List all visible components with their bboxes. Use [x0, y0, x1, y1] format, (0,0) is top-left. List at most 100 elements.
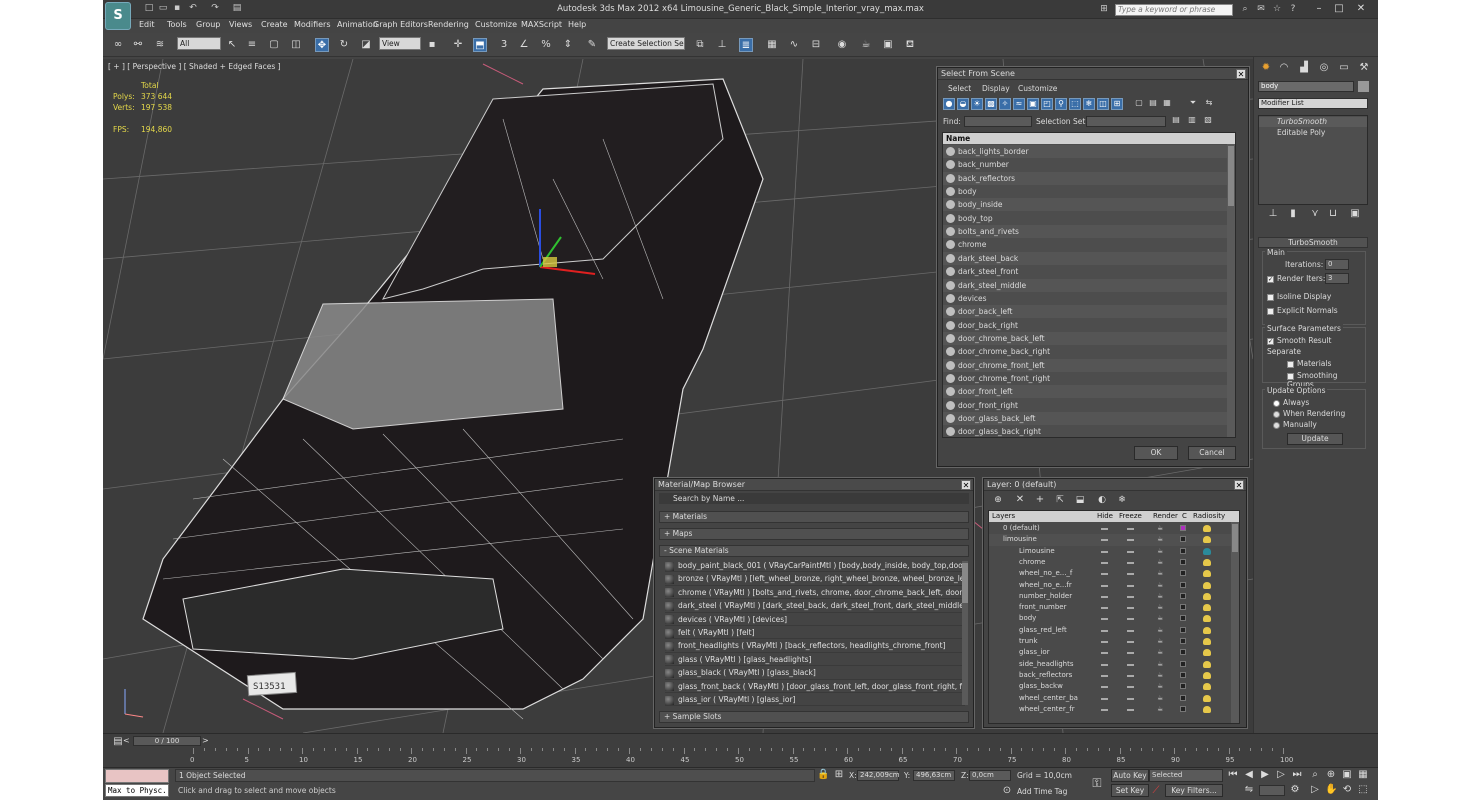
- scene-material-item[interactable]: felt ( VRayMtl ) [felt]: [665, 626, 965, 640]
- configure-modifier-sets-icon[interactable]: ▣: [1348, 207, 1362, 221]
- scene-materials-section[interactable]: - Scene Materials: [659, 545, 969, 557]
- application-menu-button[interactable]: S: [105, 2, 131, 30]
- layer-color-swatch[interactable]: [1180, 671, 1186, 678]
- show-end-result-icon[interactable]: ▮: [1286, 207, 1300, 221]
- undo-icon[interactable]: ↶: [187, 3, 199, 14]
- render-teapot-icon[interactable]: ☕: [1157, 625, 1163, 636]
- field-of-view-icon[interactable]: ▷: [1309, 784, 1321, 796]
- select-object-icon[interactable]: ↖: [225, 38, 239, 52]
- layer-color-swatch[interactable]: [1180, 660, 1186, 667]
- radiosity-bulb-icon[interactable]: [1203, 626, 1211, 634]
- make-unique-icon[interactable]: ⋎: [1308, 207, 1322, 221]
- modifier-list-dropdown[interactable]: Modifier List: [1258, 98, 1368, 109]
- scene-object-item[interactable]: chrome: [943, 238, 1229, 252]
- modify-tab-icon[interactable]: ◠: [1277, 61, 1291, 75]
- freeze-toggle[interactable]: [1127, 595, 1134, 598]
- layer-scrollbar[interactable]: [1231, 522, 1239, 723]
- zoom-extents-all-icon[interactable]: ▦: [1357, 769, 1369, 781]
- display-groups-icon[interactable]: ▣: [1027, 98, 1039, 110]
- display-lights-icon[interactable]: ☀: [971, 98, 983, 110]
- hide-all-layers-icon[interactable]: ◐: [1096, 494, 1108, 506]
- hide-column[interactable]: Hide: [1097, 511, 1113, 522]
- search-by-name-input[interactable]: Search by Name ...: [659, 493, 969, 504]
- next-frame-icon[interactable]: >: [202, 736, 209, 745]
- time-slider[interactable]: 0 / 100: [133, 736, 201, 746]
- freeze-toggle[interactable]: [1127, 663, 1134, 666]
- save-file-icon[interactable]: ▪: [171, 3, 183, 14]
- radiosity-bulb-icon[interactable]: [1203, 694, 1211, 702]
- radiosity-bulb-icon[interactable]: [1203, 592, 1211, 600]
- menu-modifiers[interactable]: Modifiers: [294, 20, 331, 29]
- hide-toggle[interactable]: [1101, 641, 1108, 643]
- scene-object-item[interactable]: door_front_right: [943, 398, 1229, 412]
- render-production-icon[interactable]: ⛾: [903, 38, 917, 52]
- scene-object-item[interactable]: bolts_and_rivets: [943, 225, 1229, 239]
- bind-to-space-warp-icon[interactable]: ≋: [153, 38, 167, 52]
- window-crossing-icon[interactable]: ◫: [289, 38, 303, 52]
- key-filters-button[interactable]: Key Filters...: [1165, 784, 1223, 797]
- close-icon[interactable]: ✕: [961, 480, 971, 490]
- render-teapot-icon[interactable]: ☕: [1157, 580, 1163, 591]
- render-teapot-icon[interactable]: ☕: [1157, 704, 1163, 715]
- hide-toggle[interactable]: [1101, 629, 1108, 632]
- previous-frame-icon[interactable]: <: [123, 736, 130, 745]
- layer-row[interactable]: limousine ☕: [989, 534, 1232, 546]
- add-time-tag[interactable]: Add Time Tag: [1017, 787, 1067, 796]
- new-file-icon[interactable]: □: [143, 3, 155, 14]
- display-tab-icon[interactable]: ▭: [1337, 61, 1351, 75]
- hide-toggle[interactable]: [1101, 618, 1108, 621]
- render-teapot-icon[interactable]: ☕: [1157, 557, 1163, 568]
- hide-toggle[interactable]: [1101, 674, 1108, 677]
- zoom-icon[interactable]: ⌕: [1309, 769, 1321, 781]
- close-button[interactable]: ✕: [1353, 2, 1369, 16]
- percent-snap-icon[interactable]: %: [539, 38, 553, 52]
- layer-color-swatch[interactable]: [1180, 638, 1186, 644]
- filter-icon[interactable]: ⏷: [1187, 98, 1199, 110]
- layer-row[interactable]: side_headlights ☕: [989, 659, 1232, 670]
- project-folder-icon[interactable]: ▤: [231, 3, 243, 14]
- current-frame-input[interactable]: [1259, 785, 1285, 796]
- layer-color-swatch[interactable]: [1180, 581, 1186, 588]
- update-button[interactable]: Update: [1287, 433, 1343, 445]
- scene-object-item[interactable]: body_top: [943, 211, 1229, 225]
- scene-object-item[interactable]: dark_steel_middle: [943, 278, 1229, 292]
- freeze-toggle[interactable]: [1127, 584, 1134, 587]
- scene-material-item[interactable]: front_headlights ( VRayMtl ) [back_refle…: [665, 639, 965, 653]
- time-tag-icon[interactable]: ⊙: [1001, 785, 1013, 797]
- hide-toggle[interactable]: [1101, 607, 1108, 610]
- hide-toggle[interactable]: [1101, 595, 1108, 598]
- scene-object-item[interactable]: back_reflectors: [943, 171, 1229, 185]
- layer-row[interactable]: back_reflectors ☕: [989, 670, 1232, 681]
- render-teapot-icon[interactable]: ☕: [1157, 670, 1163, 681]
- next-key-icon[interactable]: ▷: [1275, 769, 1287, 781]
- radiosity-bulb-icon[interactable]: [1203, 581, 1211, 589]
- scene-material-item[interactable]: devices ( VRayMtl ) [devices]: [665, 613, 965, 626]
- freeze-toggle[interactable]: [1127, 674, 1134, 677]
- render-iters-checkbox[interactable]: ✓ Render Iters:: [1267, 274, 1325, 283]
- display-frozen-icon[interactable]: ❄: [1083, 98, 1095, 110]
- render-teapot-icon[interactable]: ☕: [1157, 523, 1163, 534]
- menu-create[interactable]: Create: [261, 20, 288, 29]
- material-editor-icon[interactable]: ◉: [835, 38, 849, 52]
- render-teapot-icon[interactable]: ☕: [1157, 636, 1163, 647]
- list-scrollbar[interactable]: [1227, 144, 1235, 437]
- sync-selection-icon[interactable]: ⇆: [1203, 98, 1215, 110]
- hide-toggle[interactable]: [1101, 663, 1108, 666]
- materials-section[interactable]: + Materials: [659, 511, 969, 523]
- hide-toggle[interactable]: [1101, 528, 1108, 530]
- update-always-radio[interactable]: Always: [1273, 398, 1309, 407]
- scene-object-item[interactable]: door_chrome_front_right: [943, 371, 1229, 385]
- pan-view-icon[interactable]: ✋: [1325, 784, 1337, 796]
- display-xrefs-icon[interactable]: ◰: [1041, 98, 1053, 110]
- timeline-track[interactable]: 0 5 10 15 20 25 30 35 40 45 50 55 60 65 70 75 80 85 90 95 10…: [190, 748, 1293, 768]
- scene-material-item[interactable]: dark_steel ( VRayMtl ) [dark_steel_back,…: [665, 599, 965, 613]
- render-teapot-icon[interactable]: ☕: [1157, 693, 1163, 704]
- search-icon[interactable]: ⌕: [1239, 3, 1251, 15]
- stack-item-editable-poly[interactable]: Editable Poly: [1259, 128, 1367, 138]
- display-shapes-icon[interactable]: ◒: [957, 98, 969, 110]
- hide-toggle[interactable]: [1101, 697, 1108, 700]
- layer-manager-icon[interactable]: ≣: [739, 38, 753, 52]
- radiosity-bulb-icon[interactable]: [1203, 558, 1211, 566]
- help-icon[interactable]: ?: [1287, 3, 1299, 15]
- render-teapot-icon[interactable]: ☕: [1157, 591, 1163, 602]
